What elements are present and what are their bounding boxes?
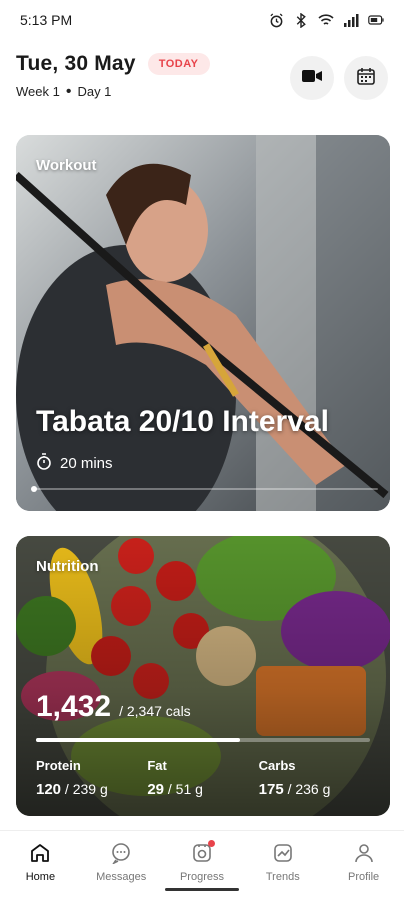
wifi-icon: [318, 12, 334, 28]
day-label: Day 1: [77, 84, 112, 99]
status-icons: [268, 12, 384, 28]
stopwatch-icon: [36, 453, 52, 474]
macro-protein: Protein 120 / 239 g: [36, 758, 147, 798]
week-label: Week 1: [16, 84, 60, 99]
trends-icon: [271, 841, 295, 865]
macro-fat: Fat 29 / 51 g: [147, 758, 258, 798]
video-button[interactable]: [290, 56, 334, 100]
macro-carbs: Carbs 175 / 236 g: [259, 758, 370, 798]
workout-progress-track: [31, 486, 378, 492]
macro-name: Carbs: [258, 758, 296, 773]
profile-icon: [352, 841, 376, 865]
macro-value: 175: [258, 781, 284, 798]
nav-profile[interactable]: Profile: [323, 831, 404, 900]
workout-progress-knob[interactable]: [31, 486, 37, 492]
signal-icon: [343, 12, 359, 28]
nav-label: Trends: [265, 871, 300, 883]
calendar-button[interactable]: [344, 56, 388, 100]
nav-trends[interactable]: Trends: [242, 831, 323, 900]
header: Tue, 30 May TODAY Week 1 • Day 1: [16, 52, 388, 104]
nutrition-card[interactable]: Nutrition 1,432 / 2,347 cals Protein 120…: [16, 536, 390, 816]
calories-progress-track: [36, 738, 370, 742]
nav-home[interactable]: Home: [0, 831, 81, 900]
calories-row: 1,432 / 2,347 cals: [36, 690, 191, 724]
nav-label: Messages: [96, 871, 147, 883]
nutrition-label: Nutrition: [36, 558, 99, 575]
status-time: 5:13 PM: [20, 12, 73, 28]
video-camera-icon: [301, 68, 323, 89]
today-badge[interactable]: TODAY: [147, 53, 210, 75]
calories-consumed: 1,432: [36, 690, 112, 723]
alarm-icon: [268, 12, 284, 28]
status-bar: 5:13 PM: [0, 0, 404, 40]
bluetooth-icon: [293, 12, 309, 28]
macro-name: Fat: [147, 758, 167, 773]
macro-total: / 236 g: [287, 781, 331, 797]
workout-title: Tabata 20/10 Interval: [36, 405, 329, 438]
macros-row: Protein 120 / 239 g Fat 29 / 51 g Carbs …: [36, 758, 370, 798]
nav-messages[interactable]: Messages: [81, 831, 162, 900]
macro-total: / 51 g: [167, 781, 203, 797]
calories-total: / 2,347 cals: [119, 703, 191, 719]
nav-label: Progress: [179, 871, 224, 883]
calories-progress-fill: [36, 738, 240, 742]
notification-dot: [207, 840, 215, 847]
duration-text: 20 mins: [60, 455, 113, 472]
macro-total: / 239 g: [64, 781, 108, 797]
macro-name: Protein: [36, 758, 81, 773]
calendar-icon: [356, 66, 376, 91]
progress-icon: [190, 840, 215, 865]
macro-value: 120: [36, 781, 62, 798]
battery-icon: [368, 12, 384, 28]
home-icon: [28, 841, 52, 865]
workout-duration: 20 mins: [36, 453, 113, 474]
workout-card[interactable]: Workout Tabata 20/10 Interval 20 mins: [16, 135, 390, 511]
nav-label: Profile: [347, 871, 380, 883]
nav-label: Home: [25, 871, 56, 883]
chat-icon: [109, 841, 133, 865]
date-title: Tue, 30 May: [16, 52, 136, 75]
workout-label: Workout: [36, 157, 97, 174]
macro-value: 29: [147, 781, 165, 798]
separator-dot: •: [65, 82, 72, 100]
home-indicator: [165, 888, 239, 891]
